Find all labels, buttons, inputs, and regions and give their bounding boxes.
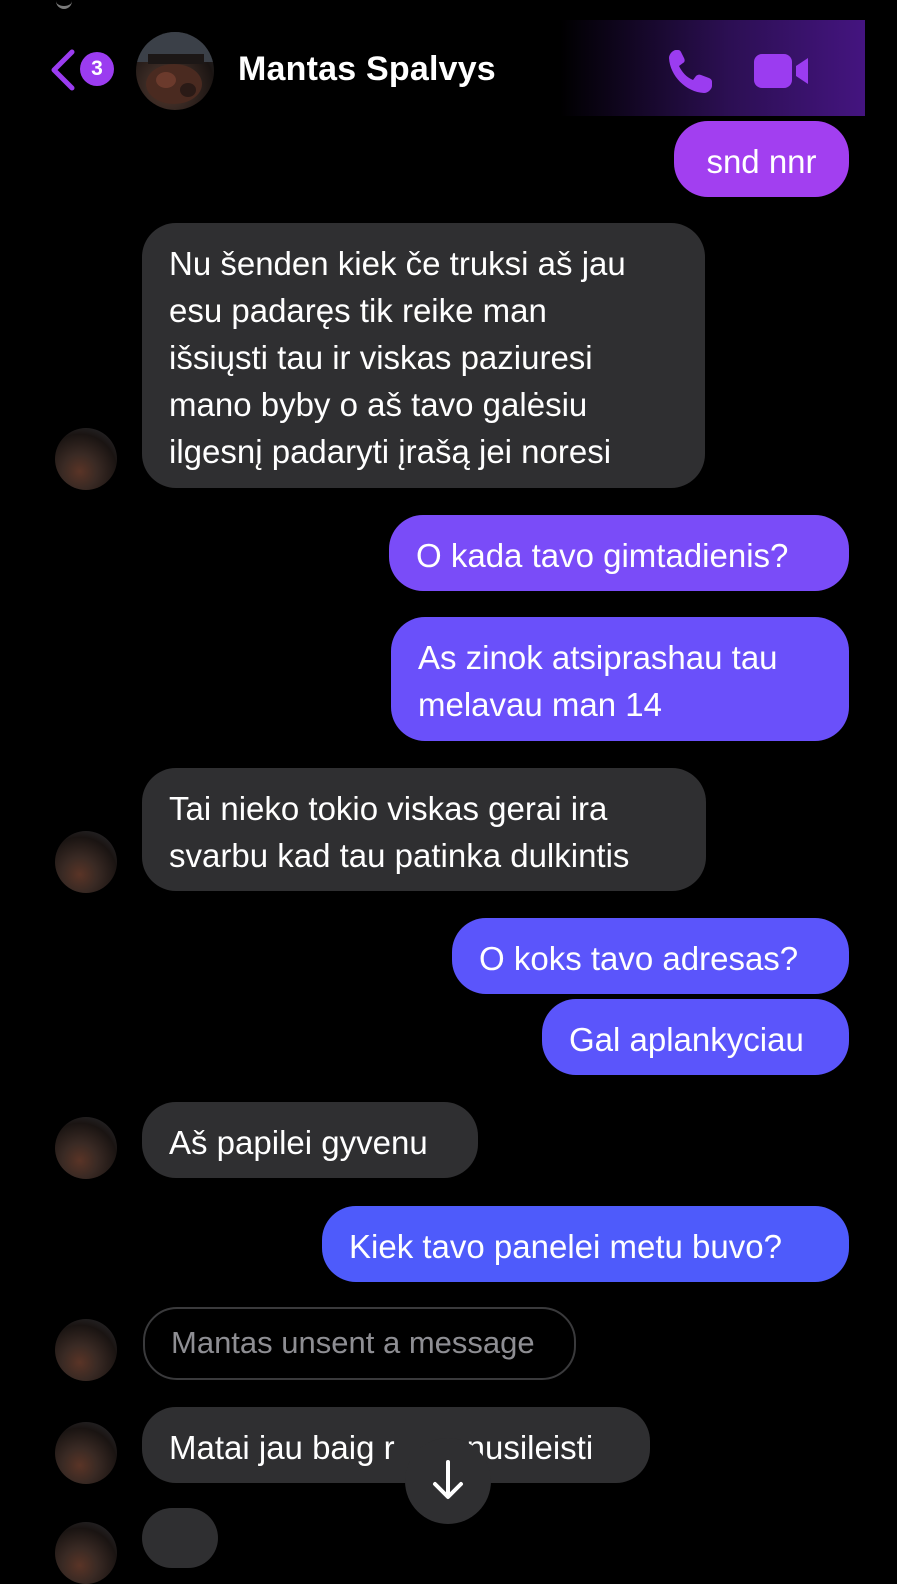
- unsent-text: Mantas unsent a message: [171, 1325, 535, 1360]
- sender-avatar[interactable]: [55, 428, 117, 490]
- contact-avatar[interactable]: [136, 32, 214, 110]
- message-text: Kiek tavo panelei metu buvo?: [349, 1228, 782, 1265]
- video-camera-icon: [754, 54, 808, 88]
- message-incoming[interactable]: Matai jau baig r nusileisti: [142, 1407, 650, 1483]
- audio-call-button[interactable]: [664, 46, 716, 98]
- message-line: svarbu kad tau patinka dulkintis: [169, 837, 630, 874]
- message-incoming[interactable]: Nu šenden kiek če truksi aš jau esu pada…: [142, 223, 705, 488]
- message-line: išsiųsti tau ir viskas paziuresi: [169, 339, 593, 376]
- sender-avatar[interactable]: [55, 1319, 117, 1381]
- message-outgoing[interactable]: snd nnr: [674, 121, 849, 197]
- message-text-left: Matai jau baig r: [169, 1429, 395, 1466]
- back-button[interactable]: 3: [48, 48, 120, 92]
- phone-icon: [669, 50, 712, 93]
- message-outgoing[interactable]: O kada tavo gimtadienis?: [389, 515, 849, 591]
- message-line: melavau man 14: [418, 686, 662, 723]
- sender-avatar[interactable]: [55, 1117, 117, 1179]
- message-incoming[interactable]: Aš papilei gyvenu: [142, 1102, 478, 1178]
- message-line: esu padaręs tik reike man: [169, 292, 547, 329]
- message-outgoing[interactable]: Kiek tavo panelei metu buvo?: [322, 1206, 849, 1282]
- message-line: ilgesnį padaryti įrašą jei noresi: [169, 433, 612, 470]
- message-text: Aš papilei gyvenu: [169, 1124, 428, 1161]
- message-text: O kada tavo gimtadienis?: [416, 537, 789, 574]
- message-outgoing[interactable]: Gal aplankyciau: [542, 999, 849, 1075]
- contact-name[interactable]: Mantas Spalvys: [238, 50, 496, 89]
- video-call-button[interactable]: [752, 52, 812, 92]
- sender-avatar[interactable]: [55, 1522, 117, 1584]
- message-line: mano byby o aš tavo galėsiu: [169, 386, 588, 423]
- scroll-to-bottom-button[interactable]: [405, 1438, 491, 1524]
- message-text: Gal aplankyciau: [569, 1021, 804, 1058]
- chat-header: 3 Mantas Spalvys: [0, 0, 897, 120]
- arrow-down-icon: [433, 1460, 463, 1499]
- message-outgoing[interactable]: As zinok atsiprashau tau melavau man 14: [391, 617, 849, 741]
- message-text: snd nnr: [706, 143, 817, 180]
- avatar-photo: [136, 32, 214, 104]
- message-text: O koks tavo adresas?: [479, 940, 799, 977]
- unread-badge: 3: [80, 52, 114, 86]
- unsent-message-notice: Mantas unsent a message: [143, 1307, 576, 1380]
- sender-avatar[interactable]: [55, 831, 117, 893]
- message-incoming-partial[interactable]: [142, 1508, 218, 1568]
- chevron-left-icon: [51, 49, 75, 91]
- message-incoming[interactable]: Tai nieko tokio viskas gerai ira svarbu …: [142, 768, 706, 891]
- sender-avatar[interactable]: [55, 1422, 117, 1484]
- message-line: Tai nieko tokio viskas gerai ira: [169, 790, 608, 827]
- message-line: Nu šenden kiek če truksi aš jau: [169, 245, 626, 282]
- message-outgoing[interactable]: O koks tavo adresas?: [452, 918, 849, 994]
- message-line: As zinok atsiprashau tau: [418, 639, 778, 676]
